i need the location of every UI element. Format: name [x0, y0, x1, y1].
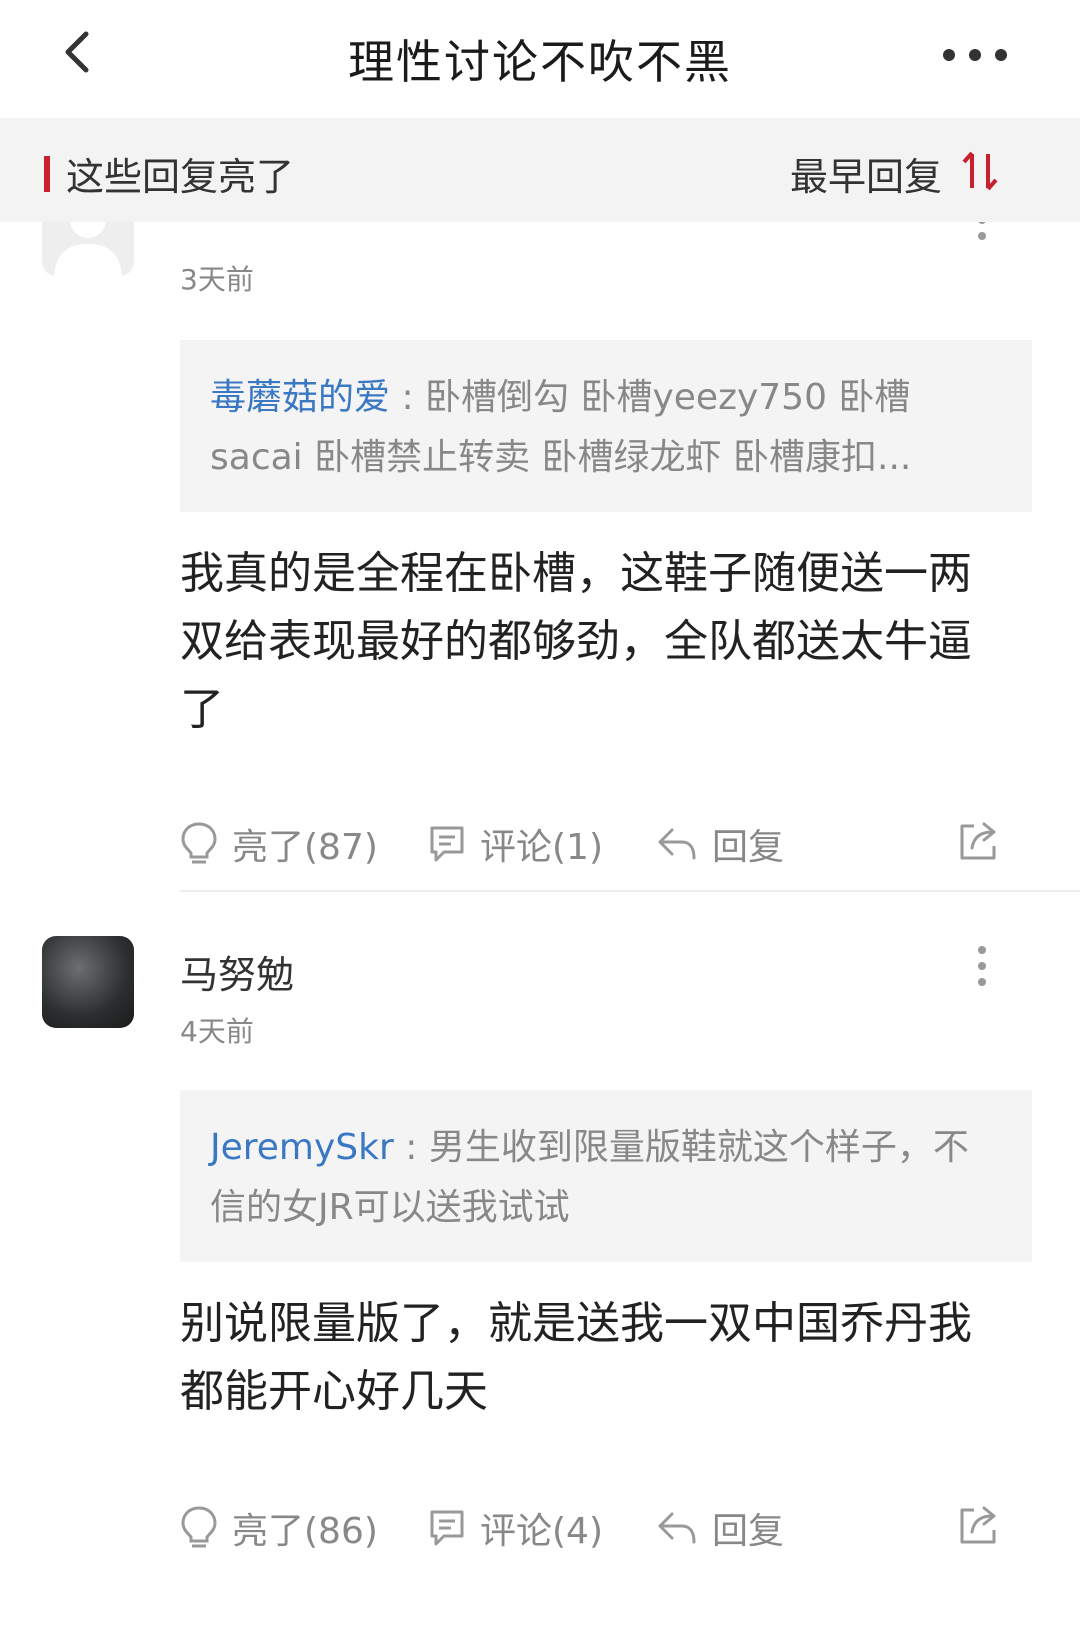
comment-button[interactable]: 评论(1)	[428, 812, 603, 876]
quoted-username[interactable]: JeremySkr	[210, 1127, 394, 1168]
comment-username[interactable]: 马努勉	[180, 944, 294, 999]
avatar[interactable]	[42, 936, 134, 1028]
comment-content: 别说限量版了，就是送我一双中国乔丹我都能开心好几天	[180, 1298, 972, 1417]
sort-order-button[interactable]: 最早回复	[790, 146, 942, 201]
sort-bar: 这些回复亮了 最早回复	[0, 118, 1080, 222]
comment-label: 评论(1)	[480, 827, 603, 868]
comment-more-button[interactable]	[976, 944, 988, 988]
comment-time: 3天前	[180, 263, 254, 296]
share-button[interactable]	[956, 1502, 1000, 1550]
share-button[interactable]	[956, 818, 1000, 866]
quoted-reply[interactable]: 毒蘑菇的爱 : 卧槽倒勾 卧槽yeezy750 卧槽sacai 卧槽禁止转卖 卧…	[180, 340, 1032, 512]
like-button[interactable]: 亮了(87)	[180, 812, 378, 876]
reply-label: 回复	[712, 827, 785, 868]
top-bar: 理性讨论不吹不黑	[0, 0, 1080, 118]
quoted-username[interactable]: 毒蘑菇的爱	[210, 377, 390, 418]
quote-separator: :	[393, 1127, 429, 1168]
comment-actions: 亮了(87) 评论(1) 回复	[180, 812, 1040, 876]
quote-separator: :	[390, 377, 426, 418]
lightbulb-icon	[181, 822, 217, 864]
comment-content: 我真的是全程在卧槽，这鞋子随便送一两双给表现最好的都够劲，全队都送太牛逼了	[180, 548, 972, 735]
more-dots-icon	[943, 49, 1007, 61]
more-button[interactable]	[940, 40, 1010, 70]
comment-label: 评论(4)	[480, 1511, 603, 1552]
comment-bubble-icon	[430, 1510, 464, 1546]
like-label: 亮了(87)	[232, 827, 378, 868]
like-button[interactable]: 亮了(86)	[180, 1496, 378, 1560]
sort-toggle[interactable]	[960, 148, 1000, 194]
kebab-icon	[978, 946, 986, 986]
page-title: 理性讨论不吹不黑	[348, 35, 732, 89]
comment-bubble-icon	[430, 826, 464, 862]
share-icon	[960, 822, 996, 860]
comment-time: 4天前	[180, 1015, 254, 1048]
section-title: 这些回复亮了	[66, 155, 295, 199]
quoted-reply[interactable]: JeremySkr : 男生收到限量版鞋就这个样子，不信的女JR可以送我试试	[180, 1090, 1032, 1262]
reply-arrow-icon	[658, 828, 696, 860]
reply-button[interactable]: 回复	[656, 812, 784, 876]
comment-divider	[180, 890, 1080, 892]
sort-icon	[962, 151, 998, 191]
reply-button[interactable]: 回复	[656, 1496, 784, 1560]
share-icon	[960, 1506, 996, 1544]
lightbulb-icon	[181, 1506, 217, 1548]
reply-arrow-icon	[658, 1512, 696, 1544]
comment-button[interactable]: 评论(4)	[428, 1496, 603, 1560]
reply-label: 回复	[712, 1511, 785, 1552]
section-marker	[44, 156, 50, 192]
comment-actions: 亮了(86) 评论(4) 回复	[180, 1496, 1040, 1560]
like-label: 亮了(86)	[232, 1511, 378, 1552]
